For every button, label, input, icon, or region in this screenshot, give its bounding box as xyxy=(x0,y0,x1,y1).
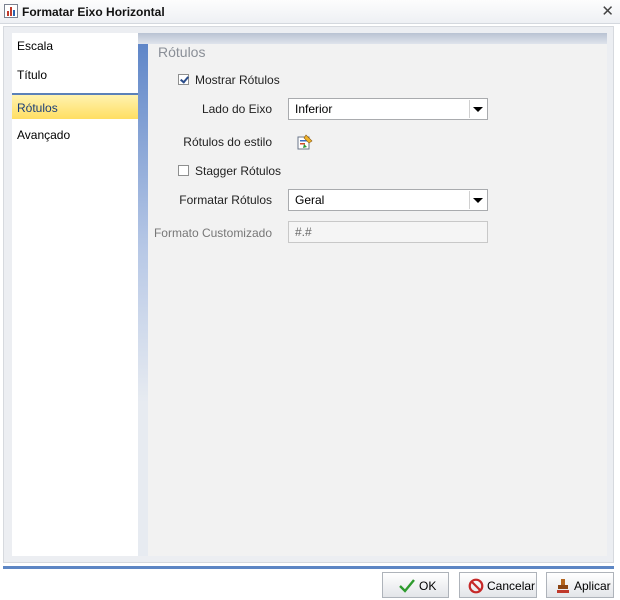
panel-header-bar xyxy=(138,33,607,44)
footer-divider xyxy=(3,566,614,569)
title-bar: Formatar Eixo Horizontal ✕ xyxy=(0,0,620,24)
chevron-down-icon[interactable] xyxy=(469,191,486,209)
sidebar-item-rotulos[interactable]: Rótulos xyxy=(12,93,138,119)
sidebar-item-titulo[interactable]: Título xyxy=(12,62,138,88)
panel-accent-bar xyxy=(138,44,148,556)
paint-style-icon[interactable] xyxy=(297,134,313,150)
stamp-icon xyxy=(557,579,569,593)
close-icon[interactable]: ✕ xyxy=(601,3,614,21)
ok-label: OK xyxy=(419,579,437,593)
stagger-rotulos-checkbox[interactable] xyxy=(178,165,189,176)
formatar-rotulos-value: Geral xyxy=(295,193,325,207)
lado-eixo-select[interactable]: Inferior xyxy=(288,98,488,120)
formato-customizado-input[interactable] xyxy=(288,221,488,243)
no-entry-icon xyxy=(468,578,484,594)
mostrar-rotulos-label: Mostrar Rótulos xyxy=(195,73,280,87)
section-title: Rótulos xyxy=(158,44,206,60)
stagger-rotulos-label: Stagger Rótulos xyxy=(195,164,282,178)
formatar-rotulos-label: Formatar Rótulos xyxy=(179,193,272,207)
check-icon xyxy=(399,579,415,593)
formato-customizado-label: Formato Customizado xyxy=(153,226,272,240)
window-title: Formatar Eixo Horizontal xyxy=(22,5,165,19)
panel-body xyxy=(148,44,607,556)
rotulos-estilo-label: Rótulos do estilo xyxy=(183,135,272,149)
apply-label: Aplicar xyxy=(574,579,611,593)
sidebar-item-avancado[interactable]: Avançado xyxy=(12,122,138,148)
lado-eixo-value: Inferior xyxy=(295,102,333,116)
cancel-button[interactable]: Cancelar xyxy=(459,572,537,598)
sidebar-item-escala[interactable]: Escala xyxy=(12,33,138,59)
cancel-label: Cancelar xyxy=(487,579,536,593)
apply-button[interactable]: Aplicar xyxy=(546,572,614,598)
formatar-rotulos-select[interactable]: Geral xyxy=(288,189,488,211)
chart-icon xyxy=(4,4,18,18)
mostrar-rotulos-checkbox[interactable] xyxy=(178,74,189,85)
sidebar-nav: Escala Título Rótulos Avançado xyxy=(12,33,138,556)
ok-button[interactable]: OK xyxy=(382,572,449,598)
chevron-down-icon[interactable] xyxy=(469,100,486,118)
lado-eixo-label: Lado do Eixo xyxy=(201,102,272,116)
